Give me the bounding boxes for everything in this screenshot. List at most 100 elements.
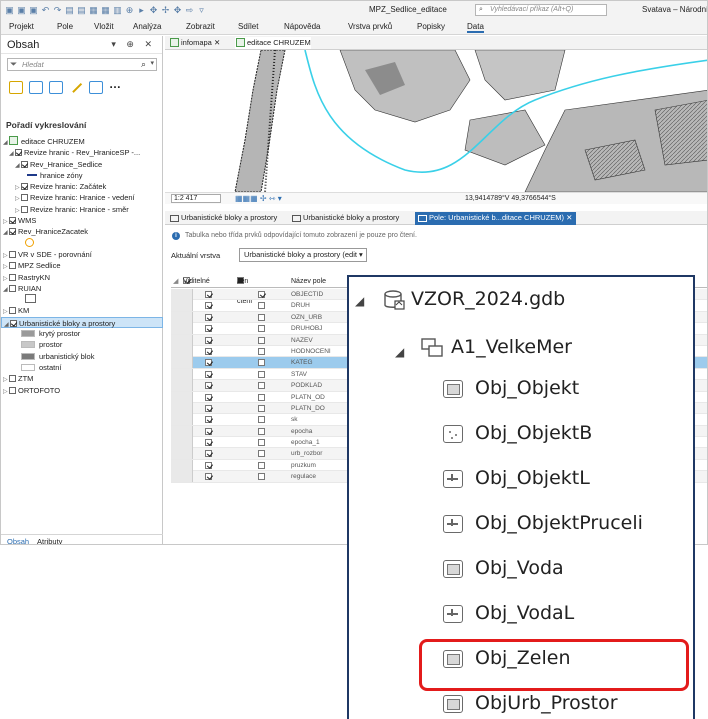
list-by-drawing-order-icon[interactable] (9, 80, 23, 94)
save-icon[interactable]: ▣ (29, 5, 38, 15)
row-header[interactable] (171, 311, 193, 323)
tab-atributy[interactable]: Atributy (37, 537, 62, 544)
tab-attribute-table-1[interactable]: Urbanistické bloky a prostory (167, 212, 277, 225)
feature-class-label[interactable]: Obj_ObjektL (475, 467, 590, 489)
layer-visibility-checkbox[interactable] (9, 375, 16, 383)
row-header[interactable] (171, 368, 193, 380)
header-field-name[interactable]: Název pole (291, 277, 326, 287)
row-header[interactable] (171, 459, 193, 471)
tab-napoveda[interactable]: Nápověda (284, 22, 320, 31)
layer-visibility-checkbox[interactable] (9, 284, 16, 292)
redo-icon[interactable]: ↷ (53, 5, 62, 15)
row-header[interactable] (171, 471, 193, 483)
tab-zobrazit[interactable]: Zobrazit (186, 22, 215, 31)
visible-checkbox[interactable] (205, 473, 212, 484)
layer-visibility-checkbox[interactable] (9, 262, 16, 270)
tab-pole[interactable]: Pole (57, 22, 73, 31)
tab-analyza[interactable]: Analýza (133, 22, 161, 31)
feature-class-label[interactable]: Obj_VodaL (475, 602, 574, 624)
chevron-down-icon[interactable]: ▾ (150, 59, 154, 67)
tool-icon[interactable]: ✢ (161, 5, 170, 15)
tool-icon[interactable]: ⇨ (185, 5, 194, 15)
layer-visibility-checkbox[interactable] (9, 228, 16, 236)
tab-vrstva-prvku[interactable]: Vrstva prvků (348, 22, 392, 31)
feature-class-label[interactable]: Obj_Voda (475, 557, 564, 579)
expand-arrow-icon[interactable]: ◢ (395, 345, 404, 359)
layer-tree-item[interactable]: ◢ RUIAN (1, 283, 163, 294)
layer-tree-item[interactable]: hranice zóny (1, 170, 163, 181)
undo-icon[interactable]: ↶ (41, 5, 50, 15)
list-by-snapping-icon[interactable] (89, 80, 103, 94)
zoom-icon[interactable]: ⊕ (125, 5, 134, 15)
tab-infomapa[interactable]: infomapa ✕ (169, 37, 220, 49)
tool-icon[interactable]: ▥ (113, 5, 122, 15)
row-header[interactable] (171, 334, 193, 346)
row-header[interactable] (171, 380, 193, 392)
layer-visibility-checkbox[interactable] (21, 194, 28, 202)
row-header[interactable] (171, 437, 193, 449)
layer-visibility-checkbox[interactable] (21, 205, 28, 213)
layer-visibility-checkbox[interactable] (15, 149, 22, 157)
feature-class-label[interactable]: ObjUrb_Prostor (475, 692, 618, 714)
dataset-label[interactable]: A1_VelkeMer (451, 336, 572, 358)
gdb-label[interactable]: VZOR_2024.gdb (411, 288, 565, 310)
layer-tree-item[interactable]: krytý prostor (1, 328, 163, 339)
more-options-icon[interactable]: … (109, 78, 123, 94)
tool-icon[interactable]: ▤ (77, 5, 86, 15)
map-tools-icon[interactable]: ▦▦▦ ✢ ⇿ ▾ (235, 194, 282, 203)
row-header[interactable] (171, 402, 193, 414)
tab-editace-chruzem[interactable]: editace CHRUZEM (235, 37, 311, 49)
list-by-selection-icon[interactable] (49, 80, 63, 94)
layer-tree-item[interactable]: ▷ VR v SDE - porovnání (1, 249, 163, 260)
row-header[interactable] (171, 357, 193, 369)
row-header[interactable] (171, 414, 193, 426)
layer-visibility-checkbox[interactable] (9, 307, 16, 315)
layer-tree-item[interactable]: ◢ Urbanistické bloky a prostory (1, 316, 163, 329)
list-by-editing-icon[interactable] (69, 81, 83, 94)
tab-attribute-table-2[interactable]: Urbanistické bloky a prostory (289, 212, 399, 225)
tool-icon[interactable]: ▦ (89, 5, 98, 15)
filter-icon[interactable]: ⏷ (10, 59, 17, 70)
row-header[interactable] (171, 289, 193, 300)
row-header[interactable] (171, 323, 193, 335)
tab-projekt[interactable]: Projekt (9, 22, 34, 31)
row-header[interactable] (171, 448, 193, 460)
layer-visibility-checkbox[interactable] (9, 386, 16, 394)
select-all-icon[interactable]: ◢ (173, 277, 178, 287)
feature-class-label[interactable]: Obj_ObjektB (475, 422, 592, 444)
layer-visibility-checkbox[interactable] (9, 273, 16, 281)
tab-sdilet[interactable]: Sdílet (238, 22, 258, 31)
tool-icon[interactable]: ✥ (173, 5, 182, 15)
new-project-icon[interactable]: ▣ (5, 5, 14, 15)
layer-tree-item[interactable]: ▷ MPZ Sedlice (1, 260, 163, 271)
tool-icon[interactable]: ▤ (65, 5, 74, 15)
readonly-checkbox[interactable] (258, 473, 265, 484)
scale-select[interactable]: 1:2 417 (171, 194, 221, 203)
row-header[interactable] (171, 300, 193, 312)
search-icon[interactable]: ⌕ (141, 59, 146, 70)
layer-tree-item[interactable]: prostor (1, 339, 163, 350)
layer-tree-item[interactable]: ◢ Revize hranic - Rev_HraniceSP -... (1, 147, 163, 158)
layer-visibility-checkbox[interactable] (9, 250, 16, 258)
tab-obsah[interactable]: Obsah (7, 537, 29, 544)
contents-search-input[interactable]: ⏷ Hledat ⌕ ▾ (7, 58, 157, 71)
layer-tree-item[interactable]: urbanistický blok (1, 351, 163, 362)
layer-tree-item[interactable]: ▷ Revize hranic: Začátek (1, 181, 163, 192)
layer-visibility-checkbox[interactable] (21, 183, 28, 191)
layer-tree-item[interactable]: ◢ editace CHRUZEM (1, 136, 163, 147)
layer-tree-item[interactable]: ▷ ORTOFOTO (1, 385, 163, 396)
open-project-icon[interactable]: ▣ (17, 5, 26, 15)
command-search-input[interactable]: ⌕ Vyhledávací příkaz (Alt+Q) (475, 4, 607, 16)
list-by-source-icon[interactable] (29, 80, 43, 94)
layer-visibility-checkbox[interactable] (9, 217, 16, 225)
row-header[interactable] (171, 425, 193, 437)
feature-class-label[interactable]: Obj_ObjektPruceli (475, 512, 643, 534)
layer-tree-item[interactable] (1, 237, 163, 249)
layer-tree-item[interactable]: ostatní (1, 362, 163, 373)
layer-tree-item[interactable]: ▷ Revize hranic: Hranice - vedení (1, 192, 163, 203)
layer-tree-item[interactable]: ▷ WMS (1, 215, 163, 226)
tab-vlozit[interactable]: Vložit (94, 22, 114, 31)
layer-tree-item[interactable]: ▷ ZTM (1, 373, 163, 384)
map-view[interactable] (165, 50, 707, 192)
layer-tree-item[interactable] (1, 294, 163, 305)
